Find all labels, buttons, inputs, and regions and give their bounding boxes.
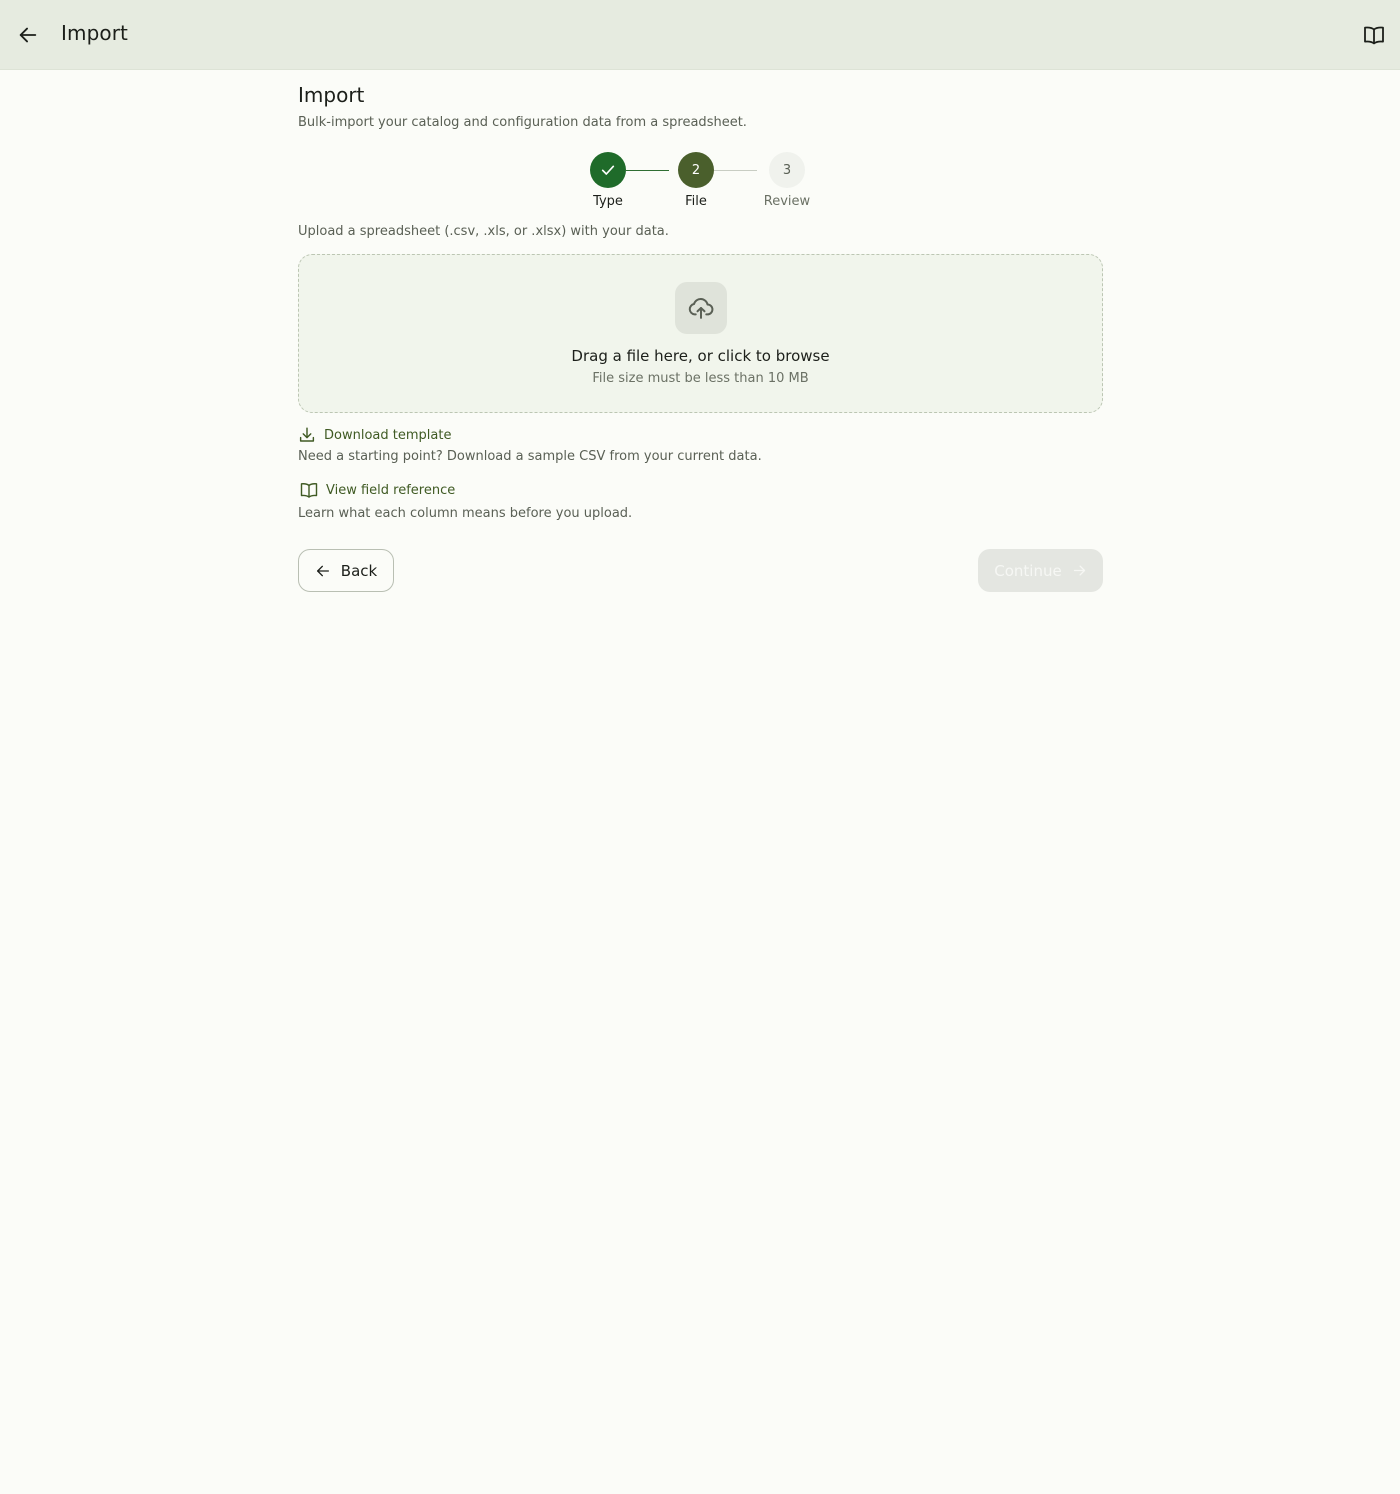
upload-hint: Upload a spreadsheet (.csv, .xls, or .xl… (298, 224, 669, 239)
step-type-indicator[interactable] (590, 152, 626, 188)
continue-button[interactable]: Continue (978, 549, 1103, 592)
arrow-left-icon (316, 565, 329, 576)
cloud-upload-icon (688, 298, 714, 319)
dropzone-subtitle: File size must be less than 10 MB (592, 371, 809, 386)
page-subtitle: Bulk-import your catalog and configurati… (298, 115, 747, 130)
step-connector-2 (714, 170, 757, 171)
step-connector-1 (626, 170, 669, 171)
field-reference-link[interactable]: View field reference (298, 480, 455, 500)
book-open-icon (300, 483, 318, 498)
book-open-icon (1364, 26, 1384, 45)
check-icon (601, 165, 615, 175)
arrow-right-icon (1073, 565, 1085, 576)
top-app-bar: Import (0, 0, 1400, 70)
field-reference-label: View field reference (326, 482, 456, 498)
continue-button-label: Continue (994, 561, 1062, 580)
download-template-link[interactable]: Download template (298, 426, 451, 444)
back-navigation-button[interactable] (10, 17, 46, 53)
dropzone-title: Drag a file here, or click to browse (571, 347, 830, 365)
field-reference-description: Learn what each column means before you … (298, 506, 633, 521)
step-review-indicator: 3 (769, 152, 805, 188)
step-file-number: 2 (691, 162, 701, 178)
help-docs-button[interactable] (1356, 17, 1392, 53)
step-review-label: Review (763, 194, 811, 209)
download-template-description: Need a starting point? Download a sample… (298, 449, 762, 464)
download-icon (299, 427, 315, 442)
step-file-indicator: 2 (678, 152, 714, 188)
arrow-left-icon (19, 27, 37, 43)
import-stepper: Type 2 File 3 Review (298, 152, 1103, 214)
download-template-label: Download template (324, 427, 452, 443)
step-file-label: File (685, 194, 707, 209)
app-bar-title: Import (61, 21, 128, 45)
step-review-number: 3 (782, 162, 792, 178)
page-title: Import (298, 83, 365, 107)
back-button-label: Back (340, 561, 378, 580)
upload-icon-tile (675, 282, 727, 334)
step-type-label: Type (593, 194, 623, 209)
file-dropzone[interactable]: Drag a file here, or click to browse Fil… (298, 254, 1103, 413)
back-button[interactable]: Back (298, 549, 394, 592)
